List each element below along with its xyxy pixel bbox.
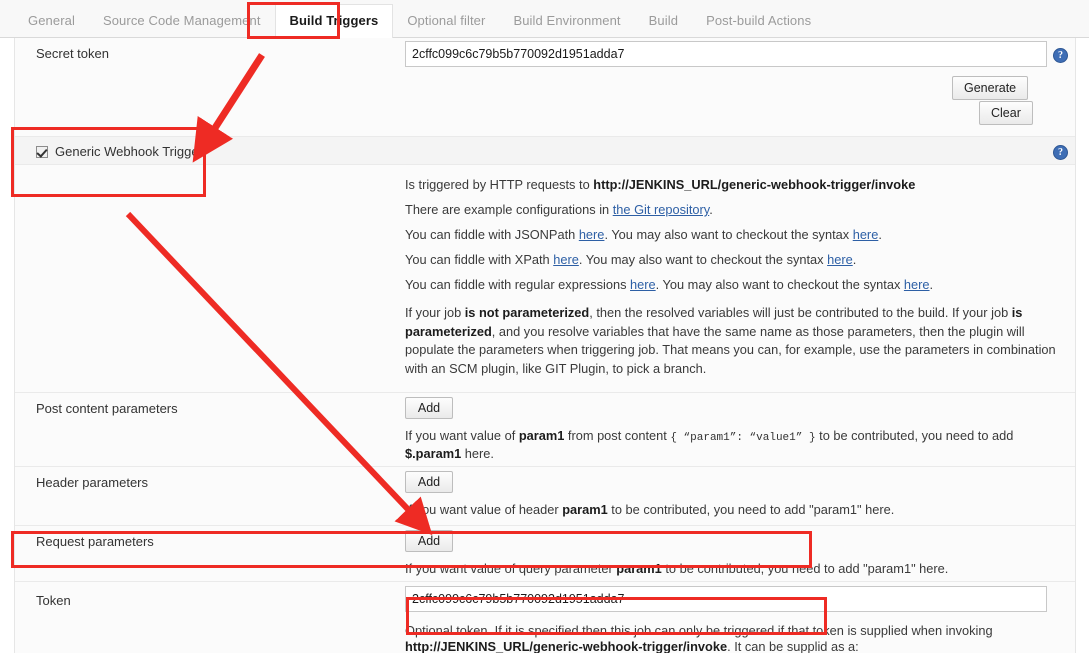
desc-p-b: is not parameterized	[464, 305, 590, 320]
desc-l3-pre: You can fiddle with JSONPath	[405, 227, 579, 242]
pcp-hint-d: to be contributed, you need to add	[815, 428, 1014, 443]
git-repository-link[interactable]: the Git repository	[613, 202, 710, 217]
token-hint-row: Optional token. If it is specified then …	[15, 617, 1075, 653]
header-parameters-hint-row: If you want value of header param1 to be…	[15, 498, 1075, 525]
desc-p-a: If your job	[405, 305, 465, 320]
secret-token-row: Secret token ?	[15, 38, 1075, 76]
tab-general[interactable]: General	[14, 5, 89, 38]
jsonpath-here-link[interactable]: here	[579, 227, 605, 242]
request-parameters-row: Request parameters Add	[15, 525, 1075, 557]
token-row: Token	[15, 581, 1075, 617]
description-paragraph-parameterized: If your job is not parameterized, then t…	[405, 304, 1057, 378]
tab-optional-filter[interactable]: Optional filter	[393, 5, 499, 38]
pcp-hint-b: param1	[518, 428, 565, 443]
tab-post-build-actions[interactable]: Post-build Actions	[692, 5, 825, 38]
header-parameters-label: Header parameters	[36, 475, 148, 490]
header-parameters-hint: If you want value of header param1 to be…	[405, 502, 1050, 518]
generic-webhook-trigger-help-icon[interactable]: ?	[1053, 142, 1069, 160]
generic-webhook-trigger-checkbox[interactable]	[36, 145, 48, 158]
post-content-parameters-hint-row: If you want value of param1 from post co…	[15, 424, 1075, 466]
header-parameters-row: Header parameters Add	[15, 466, 1075, 498]
pcp-hint-f: here.	[461, 446, 494, 461]
post-content-parameters-hint: If you want value of param1 from post co…	[405, 428, 1050, 462]
token-label: Token	[36, 593, 71, 608]
webhook-description-row: Is triggered by HTTP requests to http://…	[15, 164, 1075, 392]
desc-l4-pre: You can fiddle with XPath	[405, 252, 554, 267]
tab-build-environment[interactable]: Build Environment	[499, 5, 634, 38]
generic-webhook-trigger-row[interactable]: Generic Webhook Trigger ?	[15, 136, 1075, 164]
desc-p-c: , then the resolved variables will just …	[589, 305, 1012, 320]
config-form: Secret token ? Generate Clear	[14, 38, 1076, 653]
rp-hint-c: to be contributed, you need to add "para…	[661, 561, 949, 576]
jsonpath-syntax-link[interactable]: here	[853, 227, 879, 242]
token-hint-url: http://JENKINS_URL/generic-webhook-trigg…	[405, 639, 728, 653]
desc-l5-mid: . You may also want to checkout the synt…	[655, 277, 904, 292]
token-hint-text: Optional token. If it is specified then …	[405, 623, 1005, 653]
description-line-regex: You can fiddle with regular expressions …	[405, 274, 1053, 295]
hp-hint-c: to be contributed, you need to add "para…	[607, 502, 895, 517]
pcp-hint-c: from post content	[564, 428, 671, 443]
tab-build-triggers[interactable]: Build Triggers	[274, 4, 394, 38]
jenkins-build-triggers-config: General Source Code Management Build Tri…	[0, 0, 1089, 653]
desc-l1-pre: Is triggered by HTTP requests to	[405, 177, 594, 192]
desc-l4-post: .	[852, 252, 857, 267]
description-line-jsonpath: You can fiddle with JSONPath here. You m…	[405, 224, 1053, 245]
rp-hint-a: If you want value of query parameter	[405, 561, 617, 576]
clear-button-row: Clear	[15, 101, 1075, 136]
regex-syntax-link[interactable]: here	[904, 277, 930, 292]
generate-button-row: Generate	[15, 76, 1075, 101]
clear-button[interactable]: Clear	[979, 101, 1033, 125]
tab-source-code-management[interactable]: Source Code Management	[89, 5, 275, 38]
generic-webhook-trigger-label: Generic Webhook Trigger	[55, 144, 203, 159]
description-line-xpath: You can fiddle with XPath here. You may …	[405, 249, 1053, 270]
secret-token-label: Secret token	[36, 46, 109, 61]
config-tab-bar: General Source Code Management Build Tri…	[0, 0, 1089, 38]
desc-l3-mid: . You may also want to checkout the synt…	[604, 227, 853, 242]
desc-l3-post: .	[878, 227, 882, 242]
secret-token-input[interactable]	[405, 41, 1047, 67]
regex-here-link[interactable]: here	[630, 277, 656, 292]
pcp-hint-e: $.param1	[405, 446, 462, 461]
header-parameters-add-button[interactable]: Add	[405, 471, 453, 493]
desc-p-e: , and you resolve variables that have th…	[405, 323, 1056, 376]
request-parameters-hint-row: If you want value of query parameter par…	[15, 557, 1075, 581]
token-hint-a: Optional token. If it is specified then …	[405, 623, 993, 638]
hp-hint-a: If you want value of header	[405, 502, 563, 517]
desc-l4-mid: . You may also want to checkout the synt…	[578, 252, 828, 267]
post-content-parameters-add-button[interactable]: Add	[405, 397, 453, 419]
generate-button[interactable]: Generate	[952, 76, 1029, 100]
token-input[interactable]	[405, 586, 1047, 612]
xpath-syntax-link[interactable]: here	[827, 252, 853, 267]
description-line-example-configs: There are example configurations in the …	[405, 199, 1053, 220]
desc-l2-post: .	[709, 202, 713, 217]
request-parameters-label: Request parameters	[36, 534, 154, 549]
token-hint-b: . It can be supplid as a:	[727, 639, 859, 653]
post-content-parameters-row: Post content parameters Add	[15, 392, 1075, 424]
post-content-parameters-label: Post content parameters	[36, 401, 178, 416]
description-line-trigger-url: Is triggered by HTTP requests to http://…	[405, 174, 1053, 195]
secret-token-help-icon[interactable]: ?	[1053, 45, 1069, 63]
desc-l1-url: http://JENKINS_URL/generic-webhook-trigg…	[593, 177, 916, 192]
desc-l5-pre: You can fiddle with regular expressions	[405, 277, 631, 292]
pcp-hint-a: If you want value of	[405, 428, 519, 443]
desc-l5-post: .	[929, 277, 934, 292]
request-parameters-add-button[interactable]: Add	[405, 530, 453, 552]
xpath-here-link[interactable]: here	[553, 252, 579, 267]
rp-hint-b: param1	[616, 561, 662, 576]
pcp-hint-code: { “param1”: “value1” }	[670, 432, 816, 444]
request-parameters-hint: If you want value of query parameter par…	[405, 561, 1050, 577]
hp-hint-b: param1	[562, 502, 608, 517]
tab-build[interactable]: Build	[635, 5, 692, 38]
desc-l2-pre: There are example configurations in	[405, 202, 613, 217]
